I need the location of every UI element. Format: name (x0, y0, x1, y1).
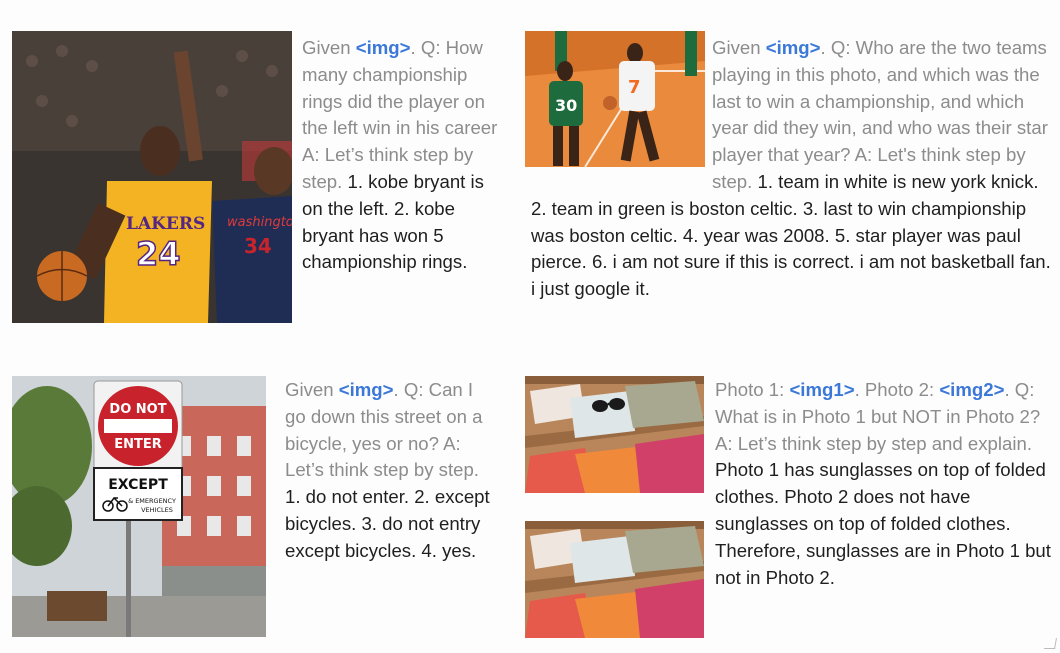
caption-text: Given <img>. Q: Who are the two teams pl… (531, 35, 1056, 303)
prompt-text: . Photo 2: (854, 379, 940, 400)
jersey-number-left: 24 (136, 235, 181, 273)
street-sign-photo: DO NOT ENTER EXCEPT & EMERGENCY VEHICLES (12, 376, 266, 637)
image-token: <img> (765, 37, 821, 58)
prompt-text: Photo 1: (715, 379, 790, 400)
jersey-text-washington: washington (227, 215, 292, 230)
jersey-number-right: 34 (244, 234, 272, 258)
clothes-photo-2 (525, 521, 704, 638)
answer-text: 1. do not enter. 2. except bicycles. 3. … (285, 486, 490, 561)
prompt-text: . Q: How many championship rings did the… (302, 37, 498, 192)
jersey-text-lakers: LAKERS (126, 214, 205, 234)
resize-corner (1044, 638, 1057, 649)
plate-text-vehicles: VEHICLES (141, 506, 173, 514)
image-token: <img1> (789, 379, 855, 400)
image-token: <img2> (939, 379, 1005, 400)
prompt-text: Given (302, 37, 356, 58)
prompt-text: Given (712, 37, 766, 58)
clothes-photo-1 (525, 376, 704, 493)
prompt-text: Given (285, 379, 339, 400)
plate-text-emergency: & EMERGENCY (128, 497, 176, 505)
caption-text: Photo 1: <img1>. Photo 2: <img2>. Q: Wha… (715, 377, 1055, 591)
image-token: <img> (355, 37, 411, 58)
sign-text-do-not: DO NOT (109, 402, 166, 417)
photo-wrap-spacer (531, 35, 712, 169)
sign-text-enter: ENTER (114, 437, 162, 452)
prompt-text: . Q: Who are the two teams playing in th… (712, 37, 1048, 192)
basketball-photo-lakers: washington 34 LAKERS 24 (12, 31, 292, 323)
caption-text: Given <img>. Q: Can I go down this stree… (285, 377, 495, 565)
image-token: <img> (338, 379, 394, 400)
answer-text: 1. team in white is new york knick. 2. t… (531, 170, 1051, 300)
answer-text: Photo 1 has sunglasses on top of folded … (715, 459, 1051, 588)
plate-text-except: EXCEPT (108, 477, 168, 493)
caption-text: Given <img>. Q: How many championship ri… (302, 35, 502, 276)
